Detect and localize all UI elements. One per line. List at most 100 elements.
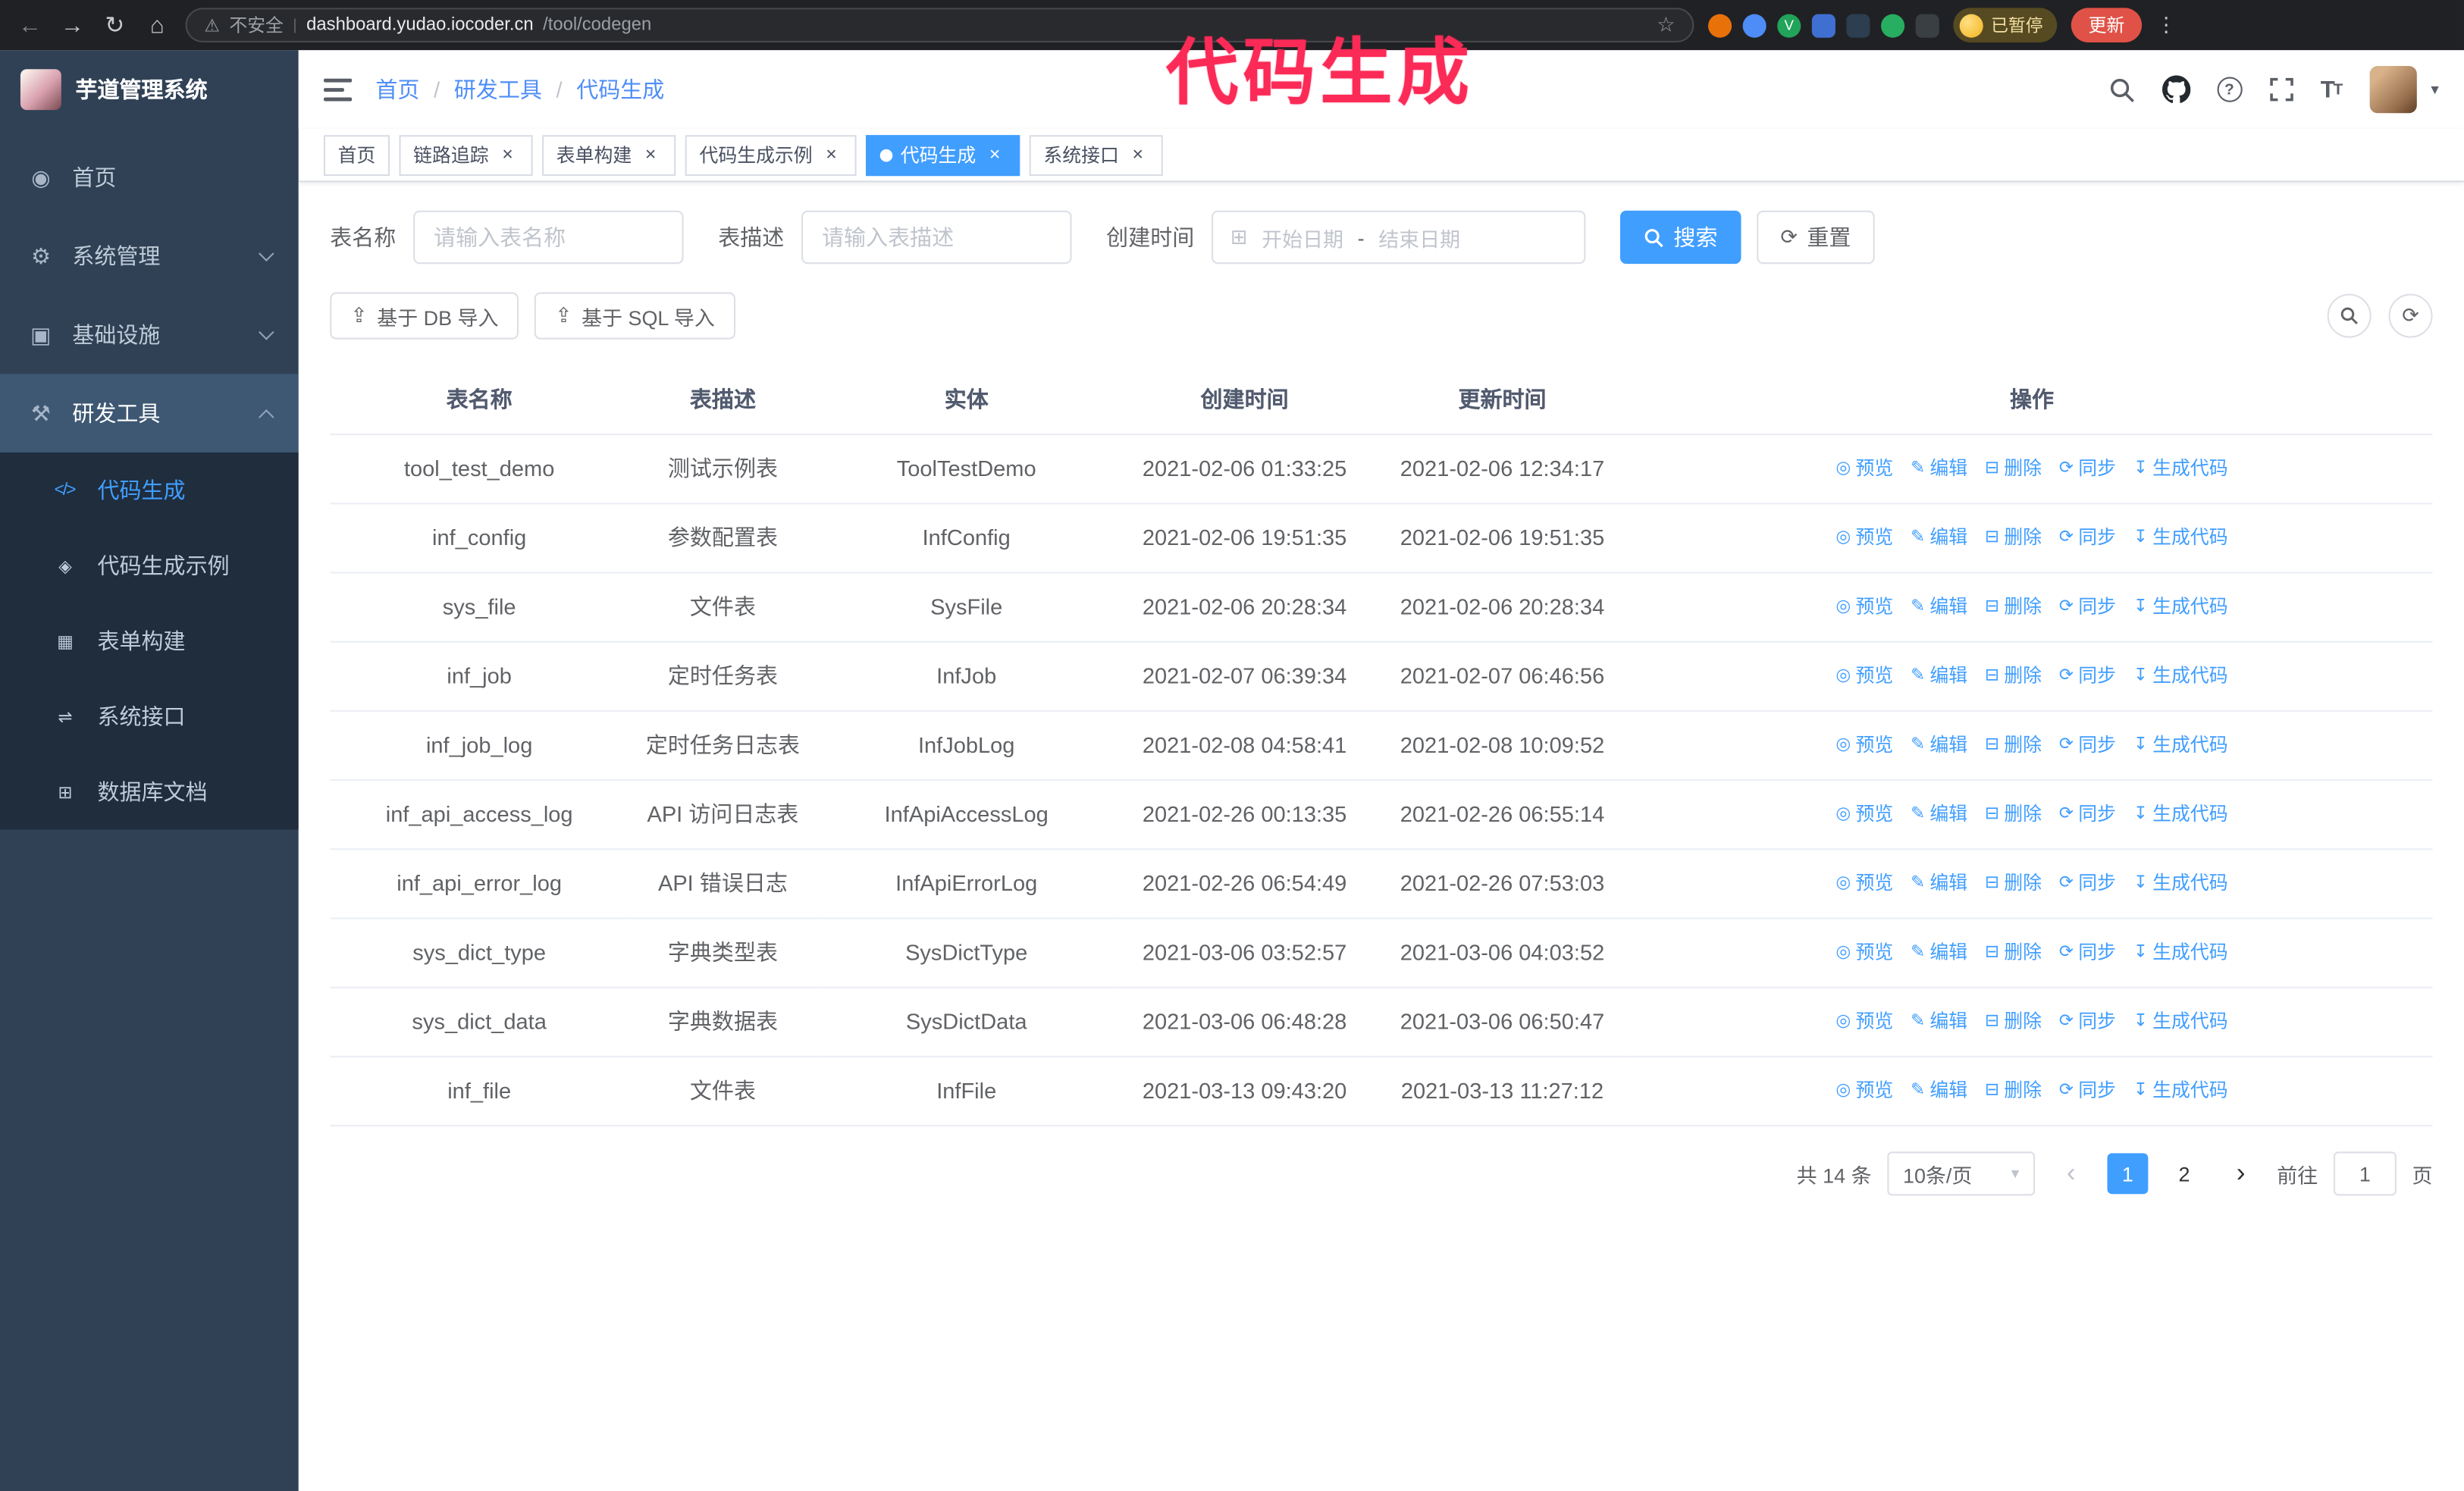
close-icon[interactable]: × xyxy=(984,143,1006,166)
action-preview-link[interactable]: ◎ 预览 xyxy=(1835,660,1893,694)
action-generate-link[interactable]: ↧ 生成代码 xyxy=(2133,936,2228,969)
action-delete-link[interactable]: ⊟ 删除 xyxy=(1985,1006,2042,1039)
action-edit-link[interactable]: ✎ 编辑 xyxy=(1911,936,1967,969)
fullscreen-icon[interactable] xyxy=(2268,77,2293,102)
extension-icon[interactable] xyxy=(1742,13,1766,37)
app-logo[interactable]: 芋道管理系统 xyxy=(0,50,299,129)
action-sync-link[interactable]: ⟳ 同步 xyxy=(2059,1006,2116,1039)
action-delete-link[interactable]: ⊟ 删除 xyxy=(1985,798,2042,832)
action-preview-link[interactable]: ◎ 预览 xyxy=(1835,798,1893,832)
close-icon[interactable]: × xyxy=(497,143,519,166)
sidebar-item-codegen[interactable]: </> 代码生成 xyxy=(0,453,299,528)
action-generate-link[interactable]: ↧ 生成代码 xyxy=(2133,729,2228,763)
action-generate-link[interactable]: ↧ 生成代码 xyxy=(2133,590,2228,624)
action-delete-link[interactable]: ⊟ 删除 xyxy=(1985,729,2042,763)
close-icon[interactable]: × xyxy=(1127,143,1149,166)
action-generate-link[interactable]: ↧ 生成代码 xyxy=(2133,798,2228,832)
reset-button[interactable]: ⟳ 重置 xyxy=(1757,210,1875,265)
action-sync-link[interactable]: ⟳ 同步 xyxy=(2059,936,2116,969)
next-page-button[interactable]: › xyxy=(2221,1153,2262,1194)
action-delete-link[interactable]: ⊟ 删除 xyxy=(1985,522,2042,555)
action-sync-link[interactable]: ⟳ 同步 xyxy=(2059,798,2116,832)
action-sync-link[interactable]: ⟳ 同步 xyxy=(2059,522,2116,555)
action-preview-link[interactable]: ◎ 预览 xyxy=(1835,453,1893,486)
page-1-button[interactable]: 1 xyxy=(2107,1153,2149,1195)
sidebar-item-devtools[interactable]: ⚒ 研发工具 xyxy=(0,374,299,453)
sidebar-item-form-builder[interactable]: ▦ 表单构建 xyxy=(0,603,299,678)
action-preview-link[interactable]: ◎ 预览 xyxy=(1835,1075,1893,1108)
action-edit-link[interactable]: ✎ 编辑 xyxy=(1911,867,1967,901)
table-name-input[interactable] xyxy=(413,210,684,265)
action-edit-link[interactable]: ✎ 编辑 xyxy=(1911,590,1967,624)
action-delete-link[interactable]: ⊟ 删除 xyxy=(1985,867,2042,901)
help-icon[interactable]: ? xyxy=(2216,77,2243,102)
goto-page-input[interactable] xyxy=(2333,1151,2397,1196)
action-delete-link[interactable]: ⊟ 删除 xyxy=(1985,453,2042,486)
sidebar-item-home[interactable]: ◉ 首页 xyxy=(0,138,299,217)
action-generate-link[interactable]: ↧ 生成代码 xyxy=(2133,867,2228,901)
action-generate-link[interactable]: ↧ 生成代码 xyxy=(2133,522,2228,555)
sidebar-item-infrastructure[interactable]: ▣ 基础设施 xyxy=(0,296,299,374)
action-edit-link[interactable]: ✎ 编辑 xyxy=(1911,798,1967,832)
font-size-icon[interactable]: TT xyxy=(2321,77,2343,103)
action-generate-link[interactable]: ↧ 生成代码 xyxy=(2133,1006,2228,1039)
action-delete-link[interactable]: ⊟ 删除 xyxy=(1985,590,2042,624)
action-edit-link[interactable]: ✎ 编辑 xyxy=(1911,1006,1967,1039)
hamburger-icon[interactable] xyxy=(323,77,353,102)
sidebar-item-system-api[interactable]: ⇌ 系统接口 xyxy=(0,678,299,753)
action-sync-link[interactable]: ⟳ 同步 xyxy=(2059,453,2116,486)
caret-down-icon[interactable]: ▾ xyxy=(2431,81,2438,99)
chrome-update-button[interactable]: 更新 xyxy=(2071,8,2143,42)
search-button[interactable]: 搜索 xyxy=(1619,210,1741,265)
action-preview-link[interactable]: ◎ 预览 xyxy=(1835,522,1893,555)
tab-codegen[interactable]: 代码生成 × xyxy=(866,134,1020,176)
browser-menu-icon[interactable]: ⋮ xyxy=(2156,13,2177,38)
reload-icon[interactable]: ↻ xyxy=(101,11,129,39)
toggle-search-button[interactable] xyxy=(2327,293,2372,338)
close-icon[interactable]: × xyxy=(820,143,842,166)
refresh-table-button[interactable]: ⟳ xyxy=(2388,293,2433,338)
table-desc-input[interactable] xyxy=(801,210,1072,265)
home-icon[interactable]: ⌂ xyxy=(143,12,171,39)
tab-codegen-example[interactable]: 代码生成示例 × xyxy=(685,134,857,176)
breadcrumb-devtools[interactable]: 研发工具 xyxy=(454,74,542,105)
tab-form-builder[interactable]: 表单构建 × xyxy=(542,134,676,176)
puzzle-extension-icon[interactable] xyxy=(1915,13,1939,37)
import-db-button[interactable]: ⇪ 基于 DB 导入 xyxy=(330,292,519,340)
action-preview-link[interactable]: ◎ 预览 xyxy=(1835,1006,1893,1039)
action-edit-link[interactable]: ✎ 编辑 xyxy=(1911,1075,1967,1108)
action-generate-link[interactable]: ↧ 生成代码 xyxy=(2133,660,2228,694)
action-preview-link[interactable]: ◎ 预览 xyxy=(1835,590,1893,624)
close-icon[interactable]: × xyxy=(640,143,662,166)
bookmark-star-icon[interactable]: ☆ xyxy=(1657,13,1675,38)
prev-page-button[interactable]: ‹ xyxy=(2051,1153,2092,1194)
import-sql-button[interactable]: ⇪ 基于 SQL 导入 xyxy=(534,292,735,340)
search-icon[interactable] xyxy=(2108,77,2135,103)
sidebar-item-db-doc[interactable]: ⊞ 数据库文档 xyxy=(0,754,299,829)
action-edit-link[interactable]: ✎ 编辑 xyxy=(1911,522,1967,555)
tab-trace[interactable]: 链路追踪 × xyxy=(399,134,533,176)
profile-paused-badge[interactable]: 已暂停 xyxy=(1953,8,2058,42)
forward-icon[interactable]: → xyxy=(58,12,86,39)
action-sync-link[interactable]: ⟳ 同步 xyxy=(2059,660,2116,694)
action-sync-link[interactable]: ⟳ 同步 xyxy=(2059,729,2116,763)
breadcrumb-home[interactable]: 首页 xyxy=(375,74,419,105)
sidebar-item-system[interactable]: ⚙ 系统管理 xyxy=(0,217,299,296)
action-preview-link[interactable]: ◎ 预览 xyxy=(1835,867,1893,901)
tab-system-api[interactable]: 系统接口 × xyxy=(1029,134,1163,176)
action-preview-link[interactable]: ◎ 预览 xyxy=(1835,936,1893,969)
user-avatar[interactable] xyxy=(2369,66,2417,114)
action-sync-link[interactable]: ⟳ 同步 xyxy=(2059,1075,2116,1108)
page-size-select[interactable]: 10条/页 ▾ xyxy=(1887,1151,2036,1196)
action-edit-link[interactable]: ✎ 编辑 xyxy=(1911,660,1967,694)
action-delete-link[interactable]: ⊟ 删除 xyxy=(1985,936,2042,969)
extension-icon[interactable]: V xyxy=(1777,13,1801,37)
action-generate-link[interactable]: ↧ 生成代码 xyxy=(2133,453,2228,486)
sidebar-item-codegen-example[interactable]: ◈ 代码生成示例 xyxy=(0,528,299,603)
action-generate-link[interactable]: ↧ 生成代码 xyxy=(2133,1075,2228,1108)
action-sync-link[interactable]: ⟳ 同步 xyxy=(2059,867,2116,901)
action-sync-link[interactable]: ⟳ 同步 xyxy=(2059,590,2116,624)
action-delete-link[interactable]: ⊟ 删除 xyxy=(1985,1075,2042,1108)
back-icon[interactable]: ← xyxy=(16,12,44,39)
action-edit-link[interactable]: ✎ 编辑 xyxy=(1911,453,1967,486)
